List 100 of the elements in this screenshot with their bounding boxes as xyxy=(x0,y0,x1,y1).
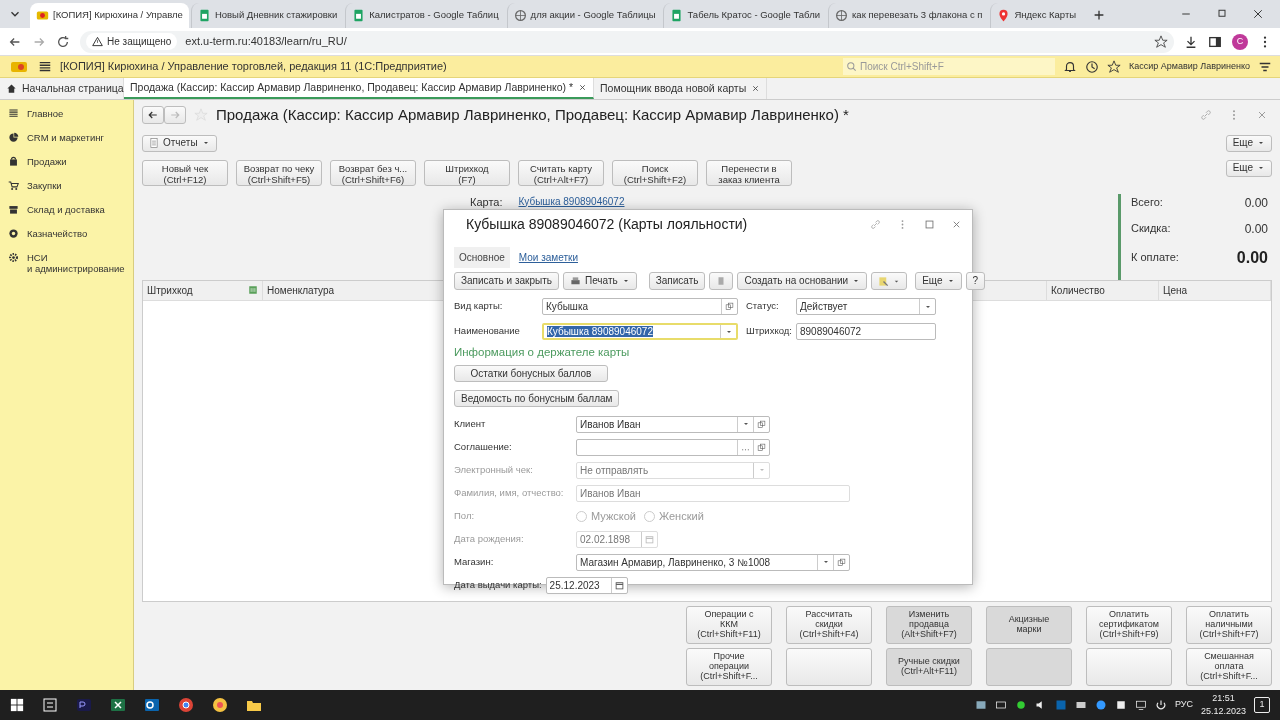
form-tab[interactable]: Мои заметки xyxy=(513,247,583,268)
toolbar-button[interactable]: Записать и закрыть xyxy=(454,272,559,290)
bookmark-star-icon[interactable] xyxy=(1154,34,1168,49)
action-button[interactable]: Рассчитать скидки (Ctrl+Shift+F4) xyxy=(786,606,872,644)
favorites-icon[interactable] xyxy=(1107,59,1121,74)
sidebar-item[interactable]: Склад и доставка xyxy=(0,200,133,224)
action-button[interactable]: Новый чек (Ctrl+F12) xyxy=(142,159,228,186)
action-button[interactable]: Смешанная оплата (Ctrl+Shift+F... xyxy=(1186,648,1272,686)
action-button[interactable]: Возврат по чеку (Ctrl+Shift+F5) xyxy=(236,159,322,186)
menu-button[interactable]: Еще xyxy=(915,272,962,290)
envelope-icon[interactable] xyxy=(1074,699,1087,711)
reports-button[interactable]: Отчеты xyxy=(142,134,217,152)
input-field[interactable]: Иванов Иван xyxy=(576,415,770,433)
action-button[interactable]: Ручные скидки (Ctrl+Alt+F11) xyxy=(886,648,972,686)
download-icon[interactable] xyxy=(1184,34,1198,49)
sidebar-item[interactable]: Закупки xyxy=(0,176,133,200)
side-panel-icon[interactable] xyxy=(1208,34,1222,49)
sidebar-item[interactable]: Продажи xyxy=(0,152,133,176)
input-field[interactable]: Магазин Армавир, Лавриненко, 3 №1008 xyxy=(576,553,850,571)
action-button[interactable]: Акцизные марки xyxy=(986,606,1072,644)
action-button[interactable]: Прочие операции (Ctrl+Shift+F... xyxy=(686,648,772,686)
browser-tab[interactable]: [КОПИЯ] Кирюхина / Управле xyxy=(30,3,189,28)
browser-tab[interactable]: Яндекс Карты xyxy=(990,3,1083,28)
sidebar-item[interactable]: Главное xyxy=(0,104,133,128)
clock-time[interactable]: 21:51 xyxy=(1212,691,1235,705)
document-tab[interactable]: Продажа (Кассир: Кассир Армавир Лавриненко, Продавец: Кассир Армавир Лавриненко) * xyxy=(124,78,595,99)
action-button[interactable]: Оплатить сертификатом (Ctrl+Shift+F9) xyxy=(1086,606,1172,644)
input-field[interactable]: Действует xyxy=(796,298,936,315)
close-icon[interactable] xyxy=(1252,8,1264,20)
action-button[interactable]: Штрихкод (F7) xyxy=(424,159,510,186)
menu-icon[interactable] xyxy=(38,59,52,74)
print-button[interactable]: Печать xyxy=(562,272,637,290)
input-field[interactable] xyxy=(576,438,770,456)
tray-app-icon[interactable] xyxy=(1014,699,1027,711)
keyboard-language[interactable]: РУС xyxy=(1174,698,1193,712)
history-icon[interactable] xyxy=(1085,59,1099,74)
restore-icon[interactable] xyxy=(1216,8,1228,20)
toolbar-button[interactable]: Записать xyxy=(648,272,706,290)
bell-icon[interactable] xyxy=(1063,59,1077,74)
action-button[interactable]: Перенести в заказ клиента xyxy=(706,159,792,186)
action-button[interactable]: Операции с ККМ (Ctrl+Shift+F11) xyxy=(686,606,772,644)
browser-tab[interactable]: Калистратов - Google Таблиц xyxy=(345,3,505,28)
sidebar-item[interactable]: НСИ и администрирование xyxy=(0,248,133,279)
input-field[interactable]: Кубышка xyxy=(542,298,738,315)
action-button[interactable]: Поиск (Ctrl+Shift+F2) xyxy=(612,159,698,186)
sidebar-item[interactable]: CRM и маркетинг xyxy=(0,128,133,152)
input-field[interactable]: 89089046072 xyxy=(796,323,936,340)
document-tab[interactable]: Помощник ввода новой карты xyxy=(594,78,768,99)
browser-icon[interactable] xyxy=(178,697,194,713)
input-field[interactable]: 25.12.2023 xyxy=(545,576,628,594)
maximize-icon[interactable] xyxy=(924,219,935,230)
menu-button[interactable]: Создать на основании xyxy=(737,272,868,290)
column-header[interactable]: Цена xyxy=(1163,282,1188,298)
field-label: Штрихкод: xyxy=(746,324,793,339)
open-icon[interactable] xyxy=(725,302,734,311)
calendar-icon[interactable] xyxy=(614,580,624,590)
column-header[interactable]: Штрихкод xyxy=(147,282,193,298)
close-icon[interactable] xyxy=(578,83,588,92)
open-icon[interactable] xyxy=(757,419,766,429)
action-button[interactable]: Оплатить наличными (Ctrl+Shift+F7) xyxy=(1186,606,1272,644)
task-view-icon[interactable] xyxy=(42,697,58,713)
more-button[interactable]: Еще xyxy=(1225,134,1272,152)
address-bar[interactable]: Не защищено ext.u-term.ru:40183/learn/ru_RU/ xyxy=(80,30,1174,53)
open-icon[interactable] xyxy=(757,442,766,452)
spreadsheet-icon[interactable] xyxy=(110,697,126,713)
sidebar-item[interactable]: Казначейство xyxy=(0,224,133,248)
video-editor-icon[interactable] xyxy=(76,697,92,713)
toolbar-button[interactable]: ? xyxy=(965,272,986,290)
open-icon[interactable] xyxy=(837,557,846,567)
column-header[interactable]: Количество xyxy=(1051,282,1105,298)
action-button[interactable]: Ведомость по бонусным баллам xyxy=(454,390,620,408)
onec-app-icon[interactable] xyxy=(212,697,228,713)
browser-tab[interactable]: Новый Дневник стажировки xyxy=(190,3,344,28)
security-indicator[interactable]: Не защищено xyxy=(86,33,178,50)
tray-app-icon[interactable] xyxy=(1094,699,1107,711)
card-link[interactable]: Кубышка 89089046072 xyxy=(518,193,625,209)
clock-date[interactable]: 25.12.2023 xyxy=(1200,705,1246,719)
display-icon[interactable] xyxy=(994,699,1007,711)
input-field[interactable]: Кубышка 89089046072 xyxy=(542,323,738,340)
tray-app-icon[interactable] xyxy=(1114,699,1127,711)
tray-app-icon[interactable] xyxy=(974,699,987,711)
action-button[interactable]: Остатки бонусных баллов xyxy=(454,365,608,383)
browser-tab[interactable]: для акции - Google Таблицы xyxy=(506,3,662,28)
user-name[interactable]: Кассир Армавир Лавриненко xyxy=(1129,59,1250,74)
form-tab[interactable]: Основное xyxy=(454,247,510,268)
browser-tab[interactable]: как перевезать 3 флакона с п xyxy=(828,3,989,28)
mail-icon[interactable] xyxy=(144,697,160,713)
power-icon[interactable] xyxy=(1154,699,1167,711)
action-button[interactable]: Считать карту (Ctrl+Alt+F7) xyxy=(518,159,604,186)
browser-tab[interactable]: Табель Кратос - Google Табли xyxy=(663,3,826,28)
back-button[interactable] xyxy=(142,106,164,125)
start-icon[interactable] xyxy=(10,698,24,712)
action-button[interactable]: Изменить продавца (Alt+Shift+F7) xyxy=(886,606,972,644)
more-button[interactable]: Еще xyxy=(1225,159,1272,177)
column-header[interactable]: Номенклатура xyxy=(267,282,335,298)
reload-icon[interactable] xyxy=(56,34,70,49)
action-button[interactable]: Возврат без ч... (Ctrl+Shift+F6) xyxy=(330,159,416,186)
profile-avatar[interactable]: C xyxy=(1232,33,1248,50)
notification-count[interactable]: 1 xyxy=(1254,697,1270,713)
close-icon[interactable] xyxy=(751,84,761,93)
